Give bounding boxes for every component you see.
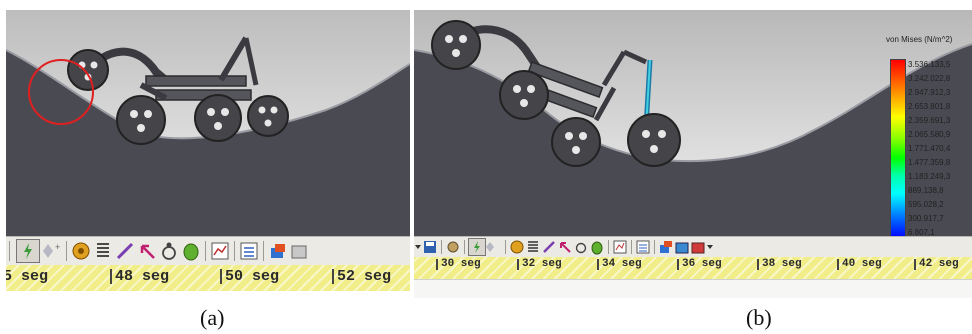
timeline-a[interactable]: 5 seg 48 seg 50 seg 52 seg [6, 265, 410, 291]
add-point-icon[interactable]: + [43, 240, 63, 262]
timeline-tick: 38 seg [757, 259, 802, 270]
results-plot-icon[interactable] [209, 240, 231, 262]
legend-value: 2.653.801,8 [908, 102, 951, 111]
legend-value: 889.138,8 [908, 186, 944, 195]
force-icon[interactable] [136, 240, 158, 262]
export-icon[interactable] [658, 239, 674, 255]
timeline-tick: 42 seg [914, 259, 959, 270]
motor-icon[interactable] [70, 240, 92, 262]
animation-icon[interactable] [674, 239, 690, 255]
results-plot-icon[interactable] [612, 239, 628, 255]
timeline-tick: 48 seg [110, 269, 169, 284]
timeline-tick: 36 seg [677, 259, 722, 270]
dropdown-arrow-icon[interactable] [706, 239, 714, 255]
legend-value: 2.947.912,3 [908, 88, 951, 97]
toolbar-a: + [6, 236, 410, 265]
legend-value: 595.028,2 [908, 200, 944, 209]
motor-icon[interactable] [509, 239, 525, 255]
damper-icon[interactable] [541, 239, 557, 255]
svg-text:+: + [55, 242, 60, 252]
damper-icon[interactable] [114, 240, 136, 262]
animation-icon[interactable] [289, 240, 311, 262]
spring-icon[interactable] [525, 239, 541, 255]
legend-value: 1.183.249,3 [908, 172, 951, 181]
legend-color-bar [890, 59, 906, 239]
run-simulation-icon[interactable] [468, 238, 486, 256]
caption-a: (a) [200, 305, 225, 330]
add-point-icon[interactable] [486, 239, 502, 255]
legend-value: 2.359.691,3 [908, 116, 951, 125]
run-simulation-icon[interactable] [16, 239, 40, 263]
contact-icon[interactable] [573, 239, 589, 255]
legend-title: von Mises (N/m^2) [886, 35, 953, 44]
panel-a: + 5 seg 48 seg 50 seg 52 seg [6, 10, 410, 298]
dropdown-arrow-icon[interactable] [414, 239, 422, 255]
force-icon[interactable] [557, 239, 573, 255]
stress-plot-icon[interactable] [690, 239, 706, 255]
timeline-tick: 30 seg [436, 259, 481, 270]
timeline-tick: 34 seg [597, 259, 642, 270]
gravity-icon[interactable] [589, 239, 605, 255]
legend-value: 3.242.022,8 [908, 74, 951, 83]
properties-icon[interactable] [635, 239, 651, 255]
calculate-icon[interactable] [445, 239, 461, 255]
timeline-tick: 52 seg [332, 269, 391, 284]
timeline-track[interactable] [414, 279, 972, 298]
legend-value: 1.771.470,4 [908, 144, 951, 153]
legend-value: 2.065.580,9 [908, 130, 951, 139]
spring-icon[interactable] [92, 240, 114, 262]
gravity-icon[interactable] [180, 240, 202, 262]
timeline-tick: 32 seg [517, 259, 562, 270]
caption-b: (b) [746, 305, 772, 330]
properties-icon[interactable] [238, 240, 260, 262]
timeline-b[interactable]: 30 seg 32 seg 34 seg 36 seg 38 seg 40 se… [414, 257, 972, 279]
legend-value: 1.477.359,8 [908, 158, 951, 167]
timeline-tick: 5 seg [6, 268, 49, 285]
simulation-viewport-a[interactable] [6, 10, 410, 236]
legend-value: 300.917,7 [908, 214, 944, 223]
timeline-tick: 50 seg [220, 269, 279, 284]
timeline-tick: 40 seg [837, 259, 882, 270]
contact-icon[interactable] [158, 240, 180, 262]
toolbar-b [414, 236, 972, 257]
export-icon[interactable] [267, 240, 289, 262]
panel-b: von Mises (N/m^2) 3.536.133,5 3.242.022,… [414, 10, 972, 298]
legend-value: 3.536.133,5 [908, 60, 951, 69]
stress-legend: von Mises (N/m^2) 3.536.133,5 3.242.022,… [886, 35, 972, 245]
save-icon[interactable] [422, 239, 438, 255]
